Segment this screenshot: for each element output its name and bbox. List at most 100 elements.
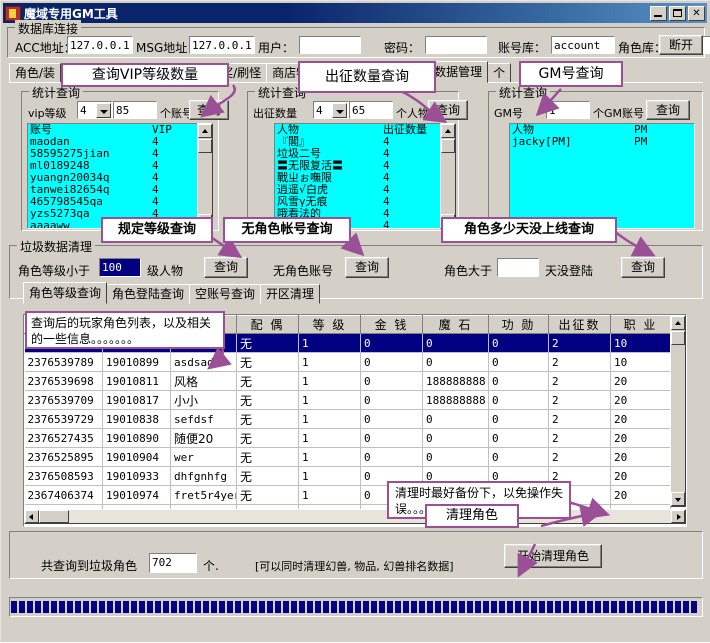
- list-item[interactable]: 风雪γ无痕4: [275, 196, 455, 208]
- list-item[interactable]: 戰ㄓぉ嘸限4: [275, 172, 455, 184]
- grid-vertical-scrollbar[interactable]: [670, 315, 686, 507]
- no-role-query-button[interactable]: 查询: [345, 257, 389, 278]
- total-junk-label: 共查询到垃圾角色: [41, 557, 137, 574]
- chevron-down-icon[interactable]: [332, 103, 347, 118]
- scroll-up-icon[interactable]: [671, 316, 685, 330]
- grid-horizontal-scrollbar[interactable]: [24, 509, 686, 524]
- list-item[interactable]: 58595275jian4: [28, 148, 212, 160]
- close-button[interactable]: ✕: [688, 6, 705, 21]
- expedition-row-name: 〓无限复活〓: [277, 160, 383, 172]
- gm-character-list[interactable]: 人物 PM jacky[PM]PM: [509, 123, 695, 229]
- vip-level-select[interactable]: 4: [77, 101, 113, 119]
- tab-role-login-query[interactable]: 角色登陆查询: [106, 284, 190, 304]
- table-row[interactable]: 2367406374 19010974 fret5r4yer 无 1 0 0 0…: [25, 486, 671, 505]
- acc-address-input[interactable]: 127.0.0.1: [67, 36, 133, 54]
- start-cleanup-button[interactable]: 开始清理角色: [504, 544, 602, 568]
- expedition-count-select[interactable]: 4: [313, 101, 349, 119]
- list-item[interactable]: 〓无限复活〓4: [275, 160, 455, 172]
- cell-spouse: 无: [237, 429, 299, 448]
- vip-list-scrollbar[interactable]: [197, 123, 213, 229]
- list-item[interactable]: ml01892484: [28, 160, 212, 172]
- expedition-list-scrollbar[interactable]: [440, 123, 456, 229]
- minimize-button[interactable]: [650, 6, 667, 21]
- vip-scroll-thumb[interactable]: [198, 139, 212, 153]
- cell-profession: 20: [611, 448, 671, 467]
- account-db-input[interactable]: account: [551, 36, 615, 54]
- total-junk-input[interactable]: 702: [149, 553, 197, 573]
- vip-query-button[interactable]: 查询: [189, 100, 229, 120]
- expedition-character-list[interactable]: 人物 出征数量 『閣』4 垃圾二号4 〓无限复活〓4 戰ㄓぉ嘸限4 逍遥√白虎4…: [274, 123, 456, 229]
- cell-magic-stone: 0: [423, 334, 489, 353]
- chevron-down-icon[interactable]: [96, 103, 111, 118]
- expedition-count-input[interactable]: 65: [349, 101, 393, 119]
- tab-role-equipment[interactable]: 角色/装: [9, 63, 61, 83]
- tab-data-management[interactable]: 数据管理: [428, 61, 488, 83]
- col-magic-stone[interactable]: 魔 石: [423, 316, 489, 334]
- vip-account-list[interactable]: 账号 VIP maodan4 58595275jian4 ml01892484 …: [27, 123, 213, 229]
- list-item[interactable]: 垃圾二号4: [275, 148, 455, 160]
- tab-empty-account-query[interactable]: 空账号查询: [189, 284, 261, 304]
- cell-spouse: 无: [237, 353, 299, 372]
- db-connection-label: 数据库连接: [15, 20, 81, 37]
- table-row[interactable]: 2376539729 19010838 sefdsf 无 1 0 0 0 2 2…: [25, 410, 671, 429]
- list-item[interactable]: maodan4: [28, 136, 212, 148]
- cell-profession: 20: [611, 391, 671, 410]
- col-merit[interactable]: 功 勋: [489, 316, 549, 334]
- disconnect-button[interactable]: 断开: [659, 35, 703, 55]
- cell-money: 0: [361, 391, 423, 410]
- grid-hscroll-thumb[interactable]: [39, 510, 69, 523]
- scroll-down-icon[interactable]: [671, 492, 685, 506]
- role-level-input[interactable]: 100: [99, 258, 141, 277]
- table-row[interactable]: 2376539789 19010899 asdsad 无 1 0 0 0 2 1…: [25, 353, 671, 372]
- tab-server-open-cleanup[interactable]: 开区清理: [260, 284, 320, 304]
- col-money[interactable]: 金 钱: [361, 316, 423, 334]
- cell-role-name: wer: [171, 448, 237, 467]
- expedition-select-value: 4: [316, 104, 323, 117]
- list-item[interactable]: 逍遥√白虎4: [275, 184, 455, 196]
- col-level[interactable]: 等 级: [299, 316, 361, 334]
- role-days-input[interactable]: [497, 258, 539, 277]
- table-row[interactable]: 2376508593 19010933 dhfgnhfg 无 1 0 0 0 2…: [25, 467, 671, 486]
- grid-scroll-thumb[interactable]: [671, 331, 685, 345]
- cell-expedition: 2: [549, 334, 611, 353]
- role-level-query-button[interactable]: 查询: [204, 257, 248, 278]
- msg-address-input[interactable]: 127.0.0.1: [189, 36, 255, 54]
- cell-role-id: 19010904: [103, 448, 171, 467]
- cell-role-id: 19010899: [103, 353, 171, 372]
- list-item[interactable]: 『閣』4: [275, 136, 455, 148]
- scroll-up-icon[interactable]: [198, 124, 212, 138]
- annotation-expedition-count: 出征数量查询: [298, 61, 436, 93]
- gm-query-button[interactable]: 查询: [646, 100, 690, 120]
- list-item[interactable]: tanwei82654q4: [28, 184, 212, 196]
- vip-count-input[interactable]: 85: [113, 101, 157, 119]
- col-profession[interactable]: 职 业: [611, 316, 671, 334]
- col-spouse[interactable]: 配 偶: [237, 316, 299, 334]
- gm-row-name: jacky[PM]: [512, 136, 634, 148]
- user-input[interactable]: [299, 36, 361, 54]
- expedition-row-name: 垃圾二号: [277, 148, 383, 160]
- tab-role-level-query[interactable]: 角色等级查询: [23, 282, 107, 304]
- list-item[interactable]: yuangn20034q4: [28, 172, 212, 184]
- cell-money: 0: [361, 410, 423, 429]
- tab-personal[interactable]: 个: [487, 63, 511, 83]
- password-input[interactable]: [425, 36, 487, 54]
- gm-number-input[interactable]: 1: [546, 101, 590, 119]
- maximize-button[interactable]: [669, 6, 686, 21]
- role-days-query-button[interactable]: 查询: [621, 257, 665, 278]
- table-row[interactable]: 2376539698 19010811 风格 无 1 0 188888888 0…: [25, 372, 671, 391]
- table-row[interactable]: 2376539709 19010817 小小 无 1 0 188888888 0…: [25, 391, 671, 410]
- list-item[interactable]: jacky[PM]PM: [510, 136, 694, 148]
- table-row[interactable]: 2376527435 19010890 随便20 无 1 0 0 0 2 20: [25, 429, 671, 448]
- col-expedition-count[interactable]: 出征数: [549, 316, 611, 334]
- list-item[interactable]: 465798545qa4: [28, 196, 212, 208]
- cell-magic-stone: 0: [423, 429, 489, 448]
- expedition-query-button[interactable]: 查询: [428, 100, 468, 120]
- scroll-up-icon[interactable]: [441, 124, 455, 138]
- table-row[interactable]: 2376525895 19010904 wer 无 1 0 0 0 2 20: [25, 448, 671, 467]
- scroll-left-icon[interactable]: [25, 510, 39, 523]
- scroll-right-icon[interactable]: [671, 510, 685, 523]
- cell-level: 1: [299, 448, 361, 467]
- expedition-row-name: 『閣』: [277, 136, 383, 148]
- cell-expedition: 2: [549, 429, 611, 448]
- expedition-scroll-thumb[interactable]: [441, 139, 455, 153]
